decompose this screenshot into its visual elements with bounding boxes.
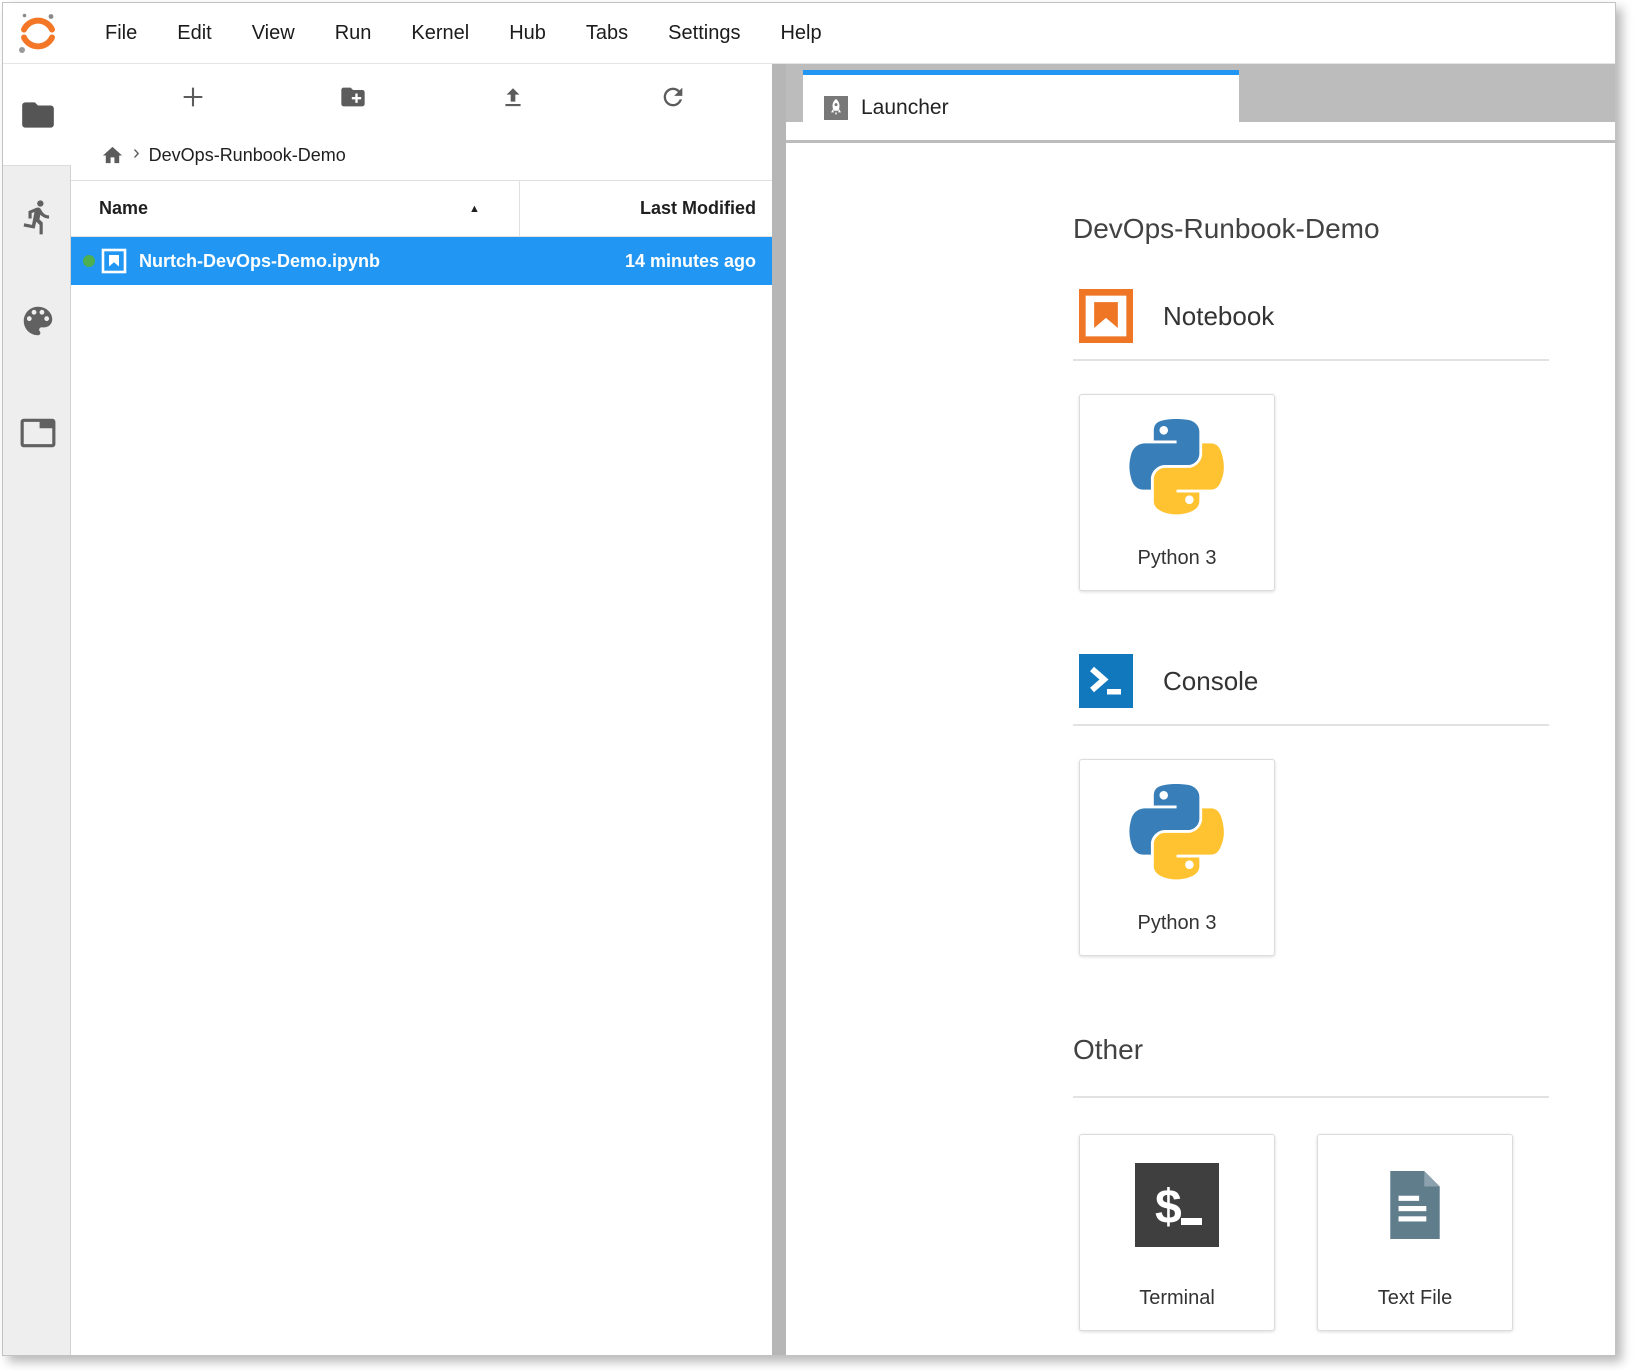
python-logo — [1129, 419, 1225, 515]
breadcrumb: › DevOps-Runbook-Demo — [71, 130, 772, 180]
section-divider — [1073, 359, 1549, 361]
tab-bar-rule — [786, 140, 1615, 143]
column-header-last-modified[interactable]: Last Modified — [519, 181, 772, 236]
notebook-icon — [1079, 289, 1133, 343]
launcher-card-notebook-python3[interactable]: Python 3 — [1079, 394, 1275, 591]
file-last-modified: 14 minutes ago — [532, 251, 772, 272]
section-label-notebook: Notebook — [1163, 301, 1274, 332]
file-browser-tab-folder-icon[interactable] — [19, 96, 57, 134]
launcher-card-text-file[interactable]: Text File — [1317, 1134, 1513, 1331]
menu-edit[interactable]: Edit — [157, 22, 231, 45]
command-palette-tab-palette-icon[interactable] — [19, 302, 57, 340]
card-label: Text File — [1378, 1287, 1452, 1310]
launcher-section-console: Console — [1073, 654, 1549, 708]
menu-view[interactable]: View — [232, 22, 315, 45]
notebook-file-icon — [101, 248, 127, 274]
kernel-running-dot — [83, 255, 95, 267]
home-icon[interactable] — [101, 144, 124, 167]
section-divider — [1073, 724, 1549, 726]
launcher-card-terminal[interactable]: $ Terminal — [1079, 1134, 1275, 1331]
launcher-rocket-icon — [824, 96, 848, 120]
running-sessions-tab-runner-icon[interactable] — [19, 198, 57, 236]
tab-launcher[interactable]: Launcher — [803, 70, 1239, 140]
open-tabs-tab-window-icon[interactable] — [19, 414, 57, 452]
card-label: Terminal — [1139, 1287, 1215, 1310]
menu-bar: File Edit View Run Kernel Hub Tabs Setti… — [3, 3, 1615, 64]
activity-sidebar — [3, 64, 71, 1355]
launcher-section-notebook: Notebook — [1073, 289, 1549, 343]
sort-ascending-icon: ▲ — [469, 203, 480, 215]
menu-settings[interactable]: Settings — [648, 22, 760, 45]
breadcrumb-separator: › — [133, 142, 140, 165]
menu-kernel[interactable]: Kernel — [391, 22, 489, 45]
section-label-other: Other — [1073, 1034, 1549, 1066]
dock-tab-bar: Launcher — [786, 64, 1615, 143]
menu-items: File Edit View Run Kernel Hub Tabs Setti… — [85, 22, 842, 45]
menu-hub[interactable]: Hub — [489, 22, 566, 45]
breadcrumb-current-folder[interactable]: DevOps-Runbook-Demo — [149, 145, 346, 166]
launcher-card-console-python3[interactable]: Python 3 — [1079, 759, 1275, 956]
column-header-name[interactable]: Name ▲ — [71, 198, 519, 219]
card-label: Python 3 — [1138, 912, 1217, 935]
menu-run[interactable]: Run — [315, 22, 392, 45]
tab-launcher-label: Launcher — [861, 96, 949, 120]
file-browser-panel: › DevOps-Runbook-Demo Name ▲ Last Modifi… — [71, 64, 772, 1355]
panel-splitter-handle[interactable] — [772, 64, 786, 1355]
menu-file[interactable]: File — [85, 22, 157, 45]
section-label-console: Console — [1163, 666, 1258, 697]
launcher-panel: DevOps-Runbook-Demo Notebook — [786, 143, 1615, 1355]
upload-icon[interactable] — [499, 83, 527, 111]
svg-text:$: $ — [1155, 1181, 1182, 1234]
file-list-header: Name ▲ Last Modified — [71, 180, 772, 237]
file-browser-toolbar — [71, 64, 772, 130]
console-icon — [1079, 654, 1133, 708]
text-file-icon — [1386, 1170, 1444, 1240]
main-dock-area: Launcher DevOps-Runbook-Demo Notebook — [786, 64, 1615, 1355]
menu-help[interactable]: Help — [760, 22, 841, 45]
jupyterhub-logo-icon — [13, 8, 63, 58]
launcher-cwd-title: DevOps-Runbook-Demo — [1073, 213, 1549, 245]
sidebar-background — [3, 165, 71, 1355]
section-divider — [1073, 1096, 1549, 1098]
new-launcher-plus-icon[interactable] — [179, 83, 207, 111]
file-name: Nurtch-DevOps-Demo.ipynb — [139, 251, 532, 272]
card-label: Python 3 — [1138, 547, 1217, 570]
refresh-icon[interactable] — [659, 83, 687, 111]
file-row-selected[interactable]: Nurtch-DevOps-Demo.ipynb 14 minutes ago — [71, 237, 772, 285]
terminal-icon: $ — [1135, 1163, 1219, 1247]
menu-tabs[interactable]: Tabs — [566, 22, 648, 45]
jupyterlab-window: File Edit View Run Kernel Hub Tabs Setti… — [2, 2, 1616, 1356]
python-logo — [1129, 784, 1225, 880]
new-folder-icon[interactable] — [339, 83, 367, 111]
